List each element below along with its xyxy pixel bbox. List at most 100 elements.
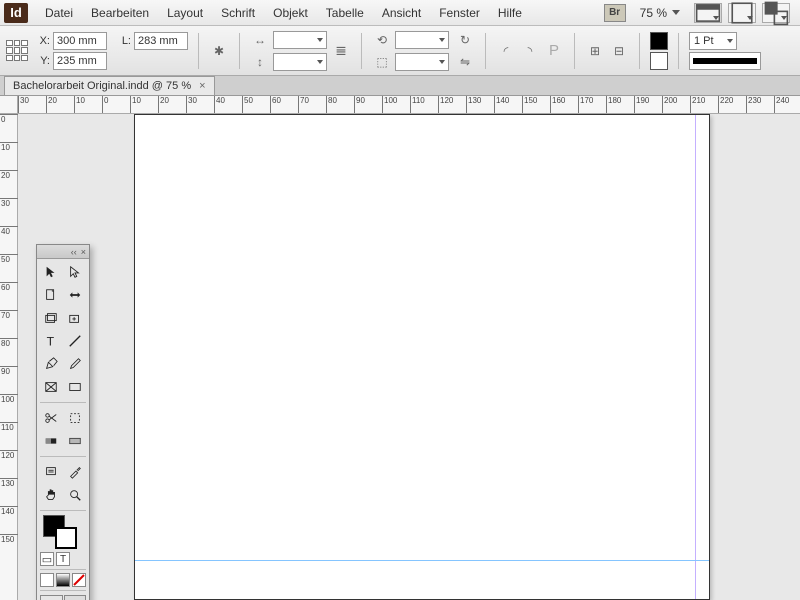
p-icon[interactable]: P [544, 41, 564, 61]
fill-stroke-control[interactable] [41, 513, 85, 549]
collapse-icon[interactable]: ‹‹ [71, 247, 77, 257]
shear-field[interactable] [395, 53, 449, 71]
bug-icon[interactable]: ✱ [209, 41, 229, 61]
menu-edit[interactable]: Bearbeiten [82, 2, 158, 24]
apply-color-icon[interactable] [40, 573, 54, 587]
type-tool[interactable]: T [39, 330, 63, 352]
x-field[interactable]: 300 mm [53, 32, 107, 50]
scissors-tool[interactable] [39, 407, 63, 429]
bridge-button[interactable]: Br [604, 4, 626, 22]
ruler-v-tick: 90 [0, 366, 18, 376]
arrange-button[interactable] [762, 3, 790, 23]
flip-h-icon[interactable]: ⇋ [455, 52, 475, 72]
ruler-v-tick: 100 [0, 394, 18, 404]
align-b-icon[interactable]: ⊟ [609, 41, 629, 61]
eyedropper-tool[interactable] [64, 461, 88, 483]
canvas[interactable] [18, 114, 800, 600]
stroke-swatch[interactable] [650, 52, 668, 70]
link-icon[interactable]: 𝌆 [331, 41, 351, 61]
menu-type[interactable]: Schrift [212, 2, 264, 24]
close-icon[interactable]: × [81, 247, 86, 257]
ruler-h-tick: 30 [18, 96, 29, 114]
apply-none-icon[interactable] [72, 573, 86, 587]
ruler-corner[interactable] [0, 96, 18, 114]
ruler-v-tick: 50 [0, 254, 18, 264]
guide-horizontal[interactable] [135, 560, 709, 561]
ruler-vertical[interactable]: 0102030405060708090100110120130140150 [0, 114, 18, 600]
scale-y-field[interactable] [273, 53, 327, 71]
gradient-feather-tool[interactable] [64, 430, 88, 452]
ruler-h-tick: 230 [746, 96, 761, 114]
scale-x-field[interactable] [273, 31, 327, 49]
document-tab[interactable]: Bachelorarbeit Original.indd @ 75 % × [4, 76, 215, 95]
stroke-weight-field[interactable]: 1 Pt [689, 32, 737, 50]
svg-text:T: T [46, 334, 54, 348]
workspace: 0102030405060708090100110120130140150 ‹‹… [0, 114, 800, 600]
menu-object[interactable]: Objekt [264, 2, 317, 24]
menu-table[interactable]: Tabelle [317, 2, 373, 24]
free-transform-tool[interactable] [64, 407, 88, 429]
page-tool[interactable] [39, 284, 63, 306]
pen-tool[interactable] [39, 353, 63, 375]
menu-view[interactable]: Ansicht [373, 2, 430, 24]
menu-file[interactable]: Datei [36, 2, 82, 24]
menu-help[interactable]: Hilfe [489, 2, 531, 24]
line-tool[interactable] [64, 330, 88, 352]
fill-swatch[interactable] [650, 32, 668, 50]
view-mode-preview[interactable] [64, 595, 87, 600]
ruler-v-tick: 60 [0, 282, 18, 292]
y-field[interactable]: 235 mm [53, 52, 107, 70]
ruler-v-tick: 40 [0, 226, 18, 236]
ruler-h-tick: 50 [242, 96, 253, 114]
align-a-icon[interactable]: ⊞ [585, 41, 605, 61]
selection-tool[interactable] [39, 261, 63, 283]
hand-tool[interactable] [39, 484, 63, 506]
ruler-v-tick: 0 [0, 114, 18, 124]
zoom-dropdown[interactable]: 75 % [638, 6, 680, 20]
ruler-h-tick: 140 [494, 96, 509, 114]
menu-layout[interactable]: Layout [158, 2, 212, 24]
ruler-v-tick: 10 [0, 142, 18, 152]
ruler-h-tick: 10 [74, 96, 85, 114]
menu-window[interactable]: Fenster [430, 2, 489, 24]
ruler-v-tick: 30 [0, 198, 18, 208]
ruler-horizontal[interactable]: 3020100102030405060708090100110120130140… [18, 96, 800, 114]
rectangle-frame-tool[interactable] [39, 376, 63, 398]
content-placer-tool[interactable] [64, 307, 88, 329]
page[interactable] [134, 114, 710, 600]
arc-c-icon[interactable]: ◜ [496, 41, 516, 61]
ruler-v-tick: 80 [0, 338, 18, 348]
reference-point-icon[interactable] [6, 40, 28, 62]
gradient-swatch-tool[interactable] [39, 430, 63, 452]
formatting-text-icon[interactable]: T [56, 552, 70, 566]
rectangle-tool[interactable] [64, 376, 88, 398]
rotate-field[interactable] [395, 31, 449, 49]
arc-d-icon[interactable]: ◝ [520, 41, 540, 61]
close-icon[interactable]: × [199, 80, 205, 92]
tools-panel[interactable]: ‹‹ × T [36, 244, 90, 600]
ruler-v-tick: 20 [0, 170, 18, 180]
l-field[interactable]: 283 mm [134, 32, 188, 50]
view-options-button[interactable] [694, 3, 722, 23]
apply-gradient-icon[interactable] [56, 573, 70, 587]
tools-panel-header[interactable]: ‹‹ × [37, 245, 89, 259]
guide-vertical[interactable] [695, 115, 696, 599]
view-mode-normal[interactable] [40, 595, 63, 600]
menubar: Id Datei Bearbeiten Layout Schrift Objek… [0, 0, 800, 26]
y-label: Y: [36, 55, 50, 67]
ruler-h-tick: 170 [578, 96, 593, 114]
gap-tool[interactable] [64, 284, 88, 306]
note-tool[interactable] [39, 461, 63, 483]
l-label: L: [117, 35, 131, 47]
ruler-h-tick: 130 [466, 96, 481, 114]
screen-mode-button[interactable] [728, 3, 756, 23]
formatting-container-icon[interactable]: ▭ [40, 552, 54, 566]
pencil-tool[interactable] [64, 353, 88, 375]
content-collector-tool[interactable] [39, 307, 63, 329]
stroke-color-icon[interactable] [55, 527, 77, 549]
scale-x-icon: ↔ [250, 30, 270, 50]
zoom-tool[interactable] [64, 484, 88, 506]
stroke-style-field[interactable] [689, 52, 761, 70]
rotate-cw-icon[interactable]: ↻ [455, 30, 475, 50]
direct-selection-tool[interactable] [64, 261, 88, 283]
